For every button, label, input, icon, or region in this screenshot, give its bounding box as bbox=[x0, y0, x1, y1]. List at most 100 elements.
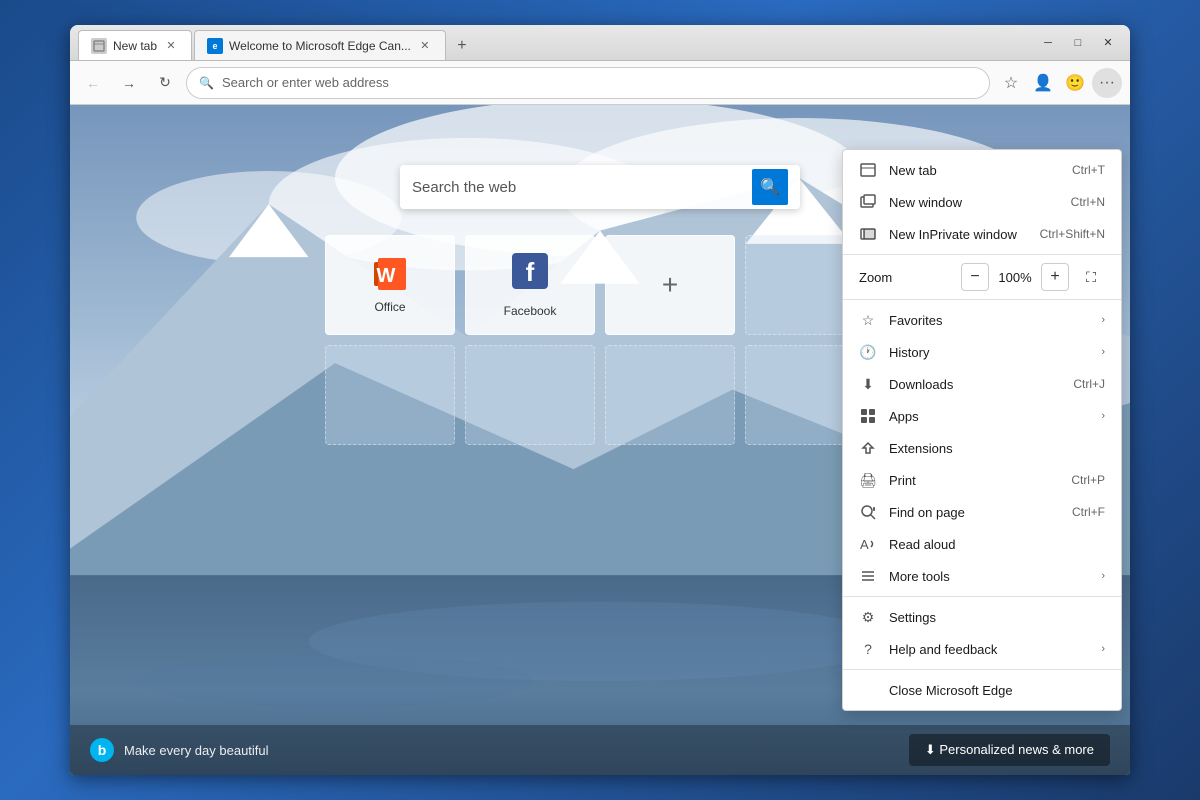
maximize-button[interactable]: □ bbox=[1064, 32, 1092, 54]
bing-logo: b bbox=[90, 738, 114, 762]
menu-inprivate-shortcut: Ctrl+Shift+N bbox=[1040, 227, 1105, 241]
menu-settings-icon: ⚙ bbox=[859, 608, 877, 626]
menu-close-edge-icon bbox=[859, 681, 877, 699]
menu-favorites-icon: ☆ bbox=[859, 311, 877, 329]
zoom-increase-button[interactable]: + bbox=[1041, 263, 1069, 291]
forward-button[interactable]: → bbox=[114, 68, 144, 98]
new-tab-page-icon bbox=[91, 38, 107, 54]
tile-office[interactable]: W Office bbox=[325, 235, 455, 335]
emoji-button[interactable]: 🙂 bbox=[1060, 68, 1090, 98]
menu-inprivate-icon bbox=[859, 225, 877, 243]
toolbar-actions: ☆ 👤 🙂 ··· bbox=[996, 68, 1122, 98]
page-search: Search the web 🔍 bbox=[400, 165, 800, 209]
tab-edge-close[interactable]: ✕ bbox=[417, 38, 433, 54]
minimize-button[interactable]: ─ bbox=[1034, 32, 1062, 54]
menu-find-icon bbox=[859, 503, 877, 521]
tab-new-tab-label: New tab bbox=[113, 39, 157, 53]
menu-new-tab-label: New tab bbox=[889, 163, 1060, 178]
address-input[interactable]: 🔍 Search or enter web address bbox=[186, 67, 990, 99]
menu-item-find[interactable]: Find on page Ctrl+F bbox=[843, 496, 1121, 528]
menu-divider-1 bbox=[843, 254, 1121, 255]
tile-facebook[interactable]: f Facebook bbox=[465, 235, 595, 335]
tab-new-tab[interactable]: New tab ✕ bbox=[78, 30, 192, 60]
menu-find-shortcut: Ctrl+F bbox=[1072, 505, 1105, 519]
menu-more-tools-icon bbox=[859, 567, 877, 585]
tile-add[interactable]: + bbox=[605, 235, 735, 335]
menu-help-arrow: › bbox=[1101, 643, 1105, 655]
news-button[interactable]: ⬇ Personalized news & more bbox=[909, 734, 1110, 766]
menu-item-new-tab[interactable]: New tab Ctrl+T bbox=[843, 154, 1121, 186]
bing-branding: b Make every day beautiful bbox=[90, 738, 269, 762]
context-menu: New tab Ctrl+T New window Ctrl+N N bbox=[842, 149, 1122, 711]
menu-item-print[interactable]: 🖨 Print Ctrl+P bbox=[843, 464, 1121, 496]
tile-empty-3[interactable] bbox=[465, 345, 595, 445]
menu-favorites-arrow: › bbox=[1101, 314, 1105, 326]
menu-print-label: Print bbox=[889, 473, 1059, 488]
tile-office-label: Office bbox=[374, 300, 405, 314]
menu-print-shortcut: Ctrl+P bbox=[1071, 473, 1105, 487]
refresh-button[interactable]: ↻ bbox=[150, 68, 180, 98]
browser-window: New tab ✕ e Welcome to Microsoft Edge Ca… bbox=[70, 25, 1130, 775]
favorites-star-button[interactable]: ☆ bbox=[996, 68, 1026, 98]
menu-find-label: Find on page bbox=[889, 505, 1060, 520]
tabs-area: New tab ✕ e Welcome to Microsoft Edge Ca… bbox=[78, 25, 1034, 60]
menu-item-read-aloud[interactable]: A Read aloud bbox=[843, 528, 1121, 560]
menu-close-edge-label: Close Microsoft Edge bbox=[889, 683, 1105, 698]
menu-item-settings[interactable]: ⚙ Settings bbox=[843, 601, 1121, 633]
office-icon: W bbox=[372, 256, 408, 292]
menu-history-arrow: › bbox=[1101, 346, 1105, 358]
menu-item-more-tools[interactable]: More tools › bbox=[843, 560, 1121, 592]
zoom-fullscreen-button[interactable]: ⛶ bbox=[1077, 263, 1105, 291]
menu-divider-3 bbox=[843, 596, 1121, 597]
zoom-decrease-button[interactable]: − bbox=[961, 263, 989, 291]
menu-favorites-label: Favorites bbox=[889, 313, 1089, 328]
zoom-control: Zoom − 100% + ⛶ bbox=[843, 259, 1121, 295]
menu-new-window-icon bbox=[859, 193, 877, 211]
menu-item-extensions[interactable]: Extensions bbox=[843, 432, 1121, 464]
menu-item-downloads[interactable]: ⬇ Downloads Ctrl+J bbox=[843, 368, 1121, 400]
svg-text:f: f bbox=[526, 257, 535, 287]
address-search-icon: 🔍 bbox=[199, 76, 214, 90]
menu-item-help[interactable]: ? Help and feedback › bbox=[843, 633, 1121, 665]
profile-button[interactable]: 👤 bbox=[1028, 68, 1058, 98]
menu-apps-label: Apps bbox=[889, 409, 1089, 424]
menu-history-icon: 🕐 bbox=[859, 343, 877, 361]
menu-downloads-icon: ⬇ bbox=[859, 375, 877, 393]
menu-new-tab-icon bbox=[859, 161, 877, 179]
menu-read-aloud-label: Read aloud bbox=[889, 537, 1105, 552]
menu-item-inprivate[interactable]: New InPrivate window Ctrl+Shift+N bbox=[843, 218, 1121, 250]
page-search-box[interactable]: Search the web 🔍 bbox=[400, 165, 800, 209]
menu-more-tools-arrow: › bbox=[1101, 570, 1105, 582]
tile-facebook-label: Facebook bbox=[504, 304, 557, 318]
settings-menu-button[interactable]: ··· bbox=[1092, 68, 1122, 98]
tab-edge-label: Welcome to Microsoft Edge Can... bbox=[229, 39, 411, 53]
menu-new-window-label: New window bbox=[889, 195, 1059, 210]
address-input-text: Search or enter web address bbox=[222, 75, 389, 90]
menu-item-apps[interactable]: Apps › bbox=[843, 400, 1121, 432]
bottom-bar: b Make every day beautiful ⬇ Personalize… bbox=[70, 725, 1130, 775]
menu-more-tools-label: More tools bbox=[889, 569, 1089, 584]
back-button[interactable]: ← bbox=[78, 68, 108, 98]
menu-item-history[interactable]: 🕐 History › bbox=[843, 336, 1121, 368]
menu-extensions-label: Extensions bbox=[889, 441, 1105, 456]
tab-edge-welcome[interactable]: e Welcome to Microsoft Edge Can... ✕ bbox=[194, 30, 446, 60]
menu-settings-label: Settings bbox=[889, 610, 1105, 625]
tile-empty-2[interactable] bbox=[325, 345, 455, 445]
svg-text:W: W bbox=[377, 265, 396, 287]
tile-empty-4[interactable] bbox=[605, 345, 735, 445]
tab-new-tab-close[interactable]: ✕ bbox=[163, 38, 179, 54]
menu-downloads-label: Downloads bbox=[889, 377, 1061, 392]
speed-dial: W Office f Facebook bbox=[325, 235, 875, 445]
menu-item-new-window[interactable]: New window Ctrl+N bbox=[843, 186, 1121, 218]
menu-apps-arrow: › bbox=[1101, 410, 1105, 422]
page-search-button[interactable]: 🔍 bbox=[752, 169, 788, 205]
menu-item-close-edge[interactable]: Close Microsoft Edge bbox=[843, 674, 1121, 706]
menu-help-icon: ? bbox=[859, 640, 877, 658]
new-tab-button[interactable]: + bbox=[448, 32, 476, 60]
zoom-value: 100% bbox=[997, 270, 1033, 285]
close-button[interactable]: ✕ bbox=[1094, 32, 1122, 54]
menu-item-favorites[interactable]: ☆ Favorites › bbox=[843, 304, 1121, 336]
menu-help-label: Help and feedback bbox=[889, 642, 1089, 657]
menu-new-tab-shortcut: Ctrl+T bbox=[1072, 163, 1105, 177]
menu-print-icon: 🖨 bbox=[859, 471, 877, 489]
